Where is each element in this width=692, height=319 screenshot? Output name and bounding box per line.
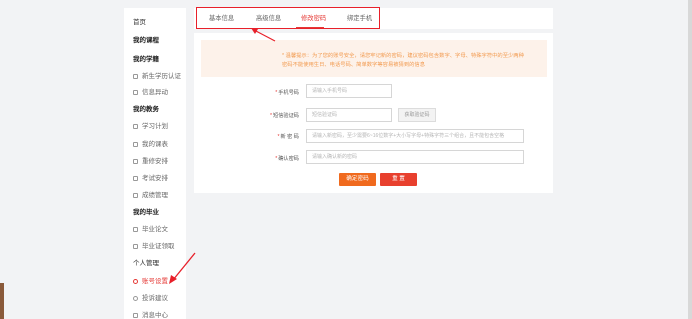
get-code-button[interactable]: 获取验证码	[398, 108, 436, 122]
annotation-highlight-box	[196, 7, 380, 29]
message-icon	[133, 312, 138, 318]
confirm-password-label: *确认密码	[275, 156, 299, 162]
notice-line-2: 密码不能使用生日、电话号码、简单数字等容易被猜到的信息	[282, 62, 426, 68]
checkbox-doc-icon	[133, 73, 138, 79]
sidebar-item-label: 学习计划	[142, 123, 168, 130]
sidebar-item-label: 投诉建议	[142, 295, 168, 302]
sms-code-label: *短信验证码	[270, 113, 299, 119]
sidebar-section-study: 我的学籍	[133, 56, 159, 63]
calendar-icon	[133, 141, 138, 147]
calendar-icon	[133, 158, 138, 164]
sidebar-item-home[interactable]: 首页	[133, 18, 146, 27]
sidebar-item-messages[interactable]: 消息中心	[133, 311, 168, 319]
edge-decoration	[0, 283, 4, 319]
notice-line-1: * 温馨提示：为了您的账号安全，请您牢记新的密码，建议密码包含数字、字母、特殊字…	[282, 53, 524, 59]
sms-code-input[interactable]	[306, 108, 392, 122]
phone-input[interactable]	[306, 84, 392, 98]
sidebar-item-my-courses[interactable]: 我的课程	[133, 36, 159, 45]
scrollbar[interactable]	[688, 0, 692, 319]
sidebar-item-label: 考试安排	[142, 175, 168, 182]
doc-icon	[133, 226, 138, 232]
sidebar-item-study-plan[interactable]: 学习计划	[133, 122, 168, 131]
sidebar-item-complaints[interactable]: 投诉建议	[133, 294, 168, 303]
confirm-password-input[interactable]	[306, 150, 524, 164]
sidebar-item-thesis[interactable]: 毕业论文	[133, 225, 168, 234]
sidebar-item-label: 毕业论文	[142, 226, 168, 233]
sidebar-item-label: 重修安排	[142, 158, 168, 165]
checkbox-doc-icon	[133, 89, 138, 95]
sidebar-item-label: 我的课表	[142, 141, 168, 148]
sidebar-item-label: 账号设置	[142, 278, 168, 285]
sidebar-item-exam[interactable]: 考试安排	[133, 174, 168, 183]
sidebar-section-affairs: 我的教务	[133, 106, 159, 113]
sidebar-item-label: 毕业证领取	[142, 243, 175, 250]
sidebar-item-grades[interactable]: 成绩管理	[133, 191, 168, 200]
sidebar-item-diploma[interactable]: 毕业证领取	[133, 242, 175, 251]
sidebar-item-timetable[interactable]: 我的课表	[133, 140, 168, 149]
grades-icon	[133, 192, 138, 198]
calendar-icon	[133, 175, 138, 181]
sidebar-item-label: 成绩管理	[142, 192, 168, 199]
new-password-input[interactable]	[306, 129, 524, 143]
sidebar-section-personal: 个人管理	[133, 260, 159, 267]
confirm-password-button[interactable]: 确定密码	[339, 173, 376, 186]
sidebar-item-label: 消息中心	[142, 312, 168, 319]
sidebar-item-label: 信息异动	[142, 89, 168, 96]
sidebar-item-retake[interactable]: 重修安排	[133, 157, 168, 166]
user-icon	[133, 278, 138, 284]
sidebar-item-degree-verify[interactable]: 新生学历认证	[133, 72, 181, 81]
sidebar-item-account-settings[interactable]: 账号设置	[133, 277, 168, 286]
sidebar-item-info-change[interactable]: 信息异动	[133, 88, 168, 97]
question-icon	[133, 295, 138, 301]
sidebar-section-graduate: 我的毕业	[133, 209, 159, 216]
checkbox-doc-icon	[133, 243, 138, 249]
reset-button[interactable]: 重 置	[380, 173, 417, 186]
grid-icon	[133, 123, 138, 129]
phone-label: *手机号码	[275, 90, 299, 96]
new-password-label: *新 密 码	[277, 134, 299, 140]
sidebar-item-label: 新生学历认证	[142, 73, 181, 80]
